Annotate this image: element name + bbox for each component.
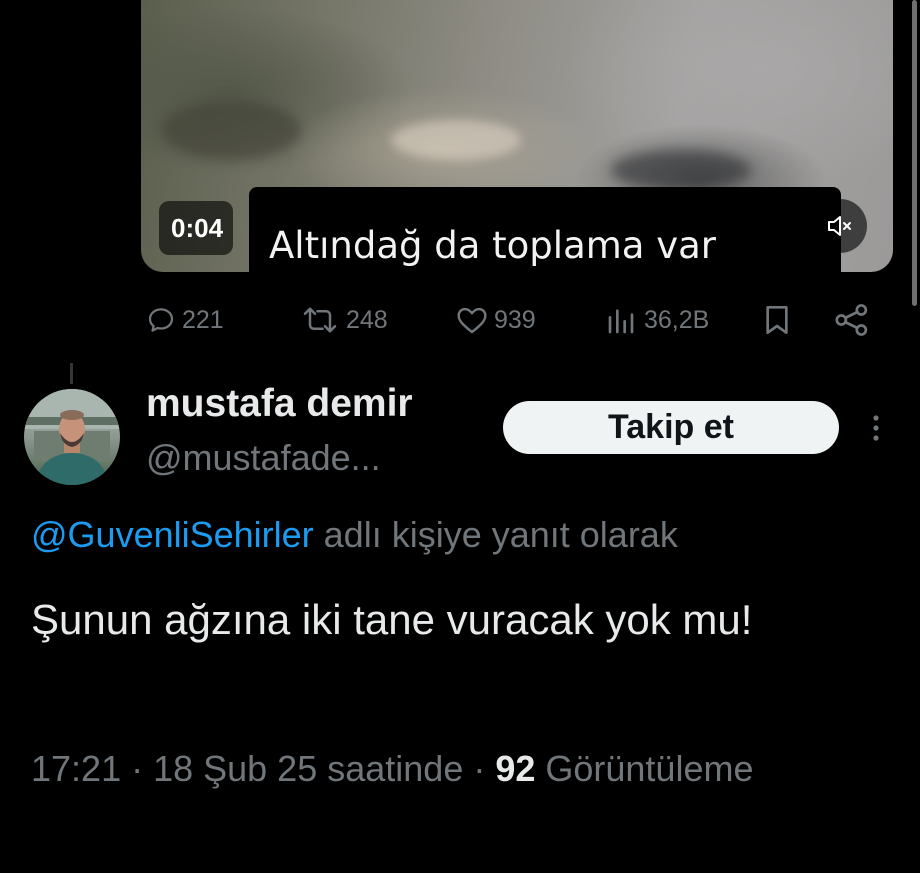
bookmark-icon xyxy=(766,306,788,334)
follow-button[interactable]: Takip et xyxy=(503,401,839,454)
bookmark-button[interactable] xyxy=(762,300,792,340)
more-vertical-icon xyxy=(873,415,879,441)
video-subtitle: Altındağ da toplama var xyxy=(249,187,841,273)
like-count: 939 xyxy=(494,305,536,334)
thread-connector-line xyxy=(70,363,73,384)
mute-button[interactable] xyxy=(813,199,867,253)
share-button[interactable] xyxy=(834,300,870,340)
like-icon xyxy=(457,307,487,334)
reply-button[interactable]: 221 xyxy=(146,300,224,340)
video-frame-detail xyxy=(611,150,751,190)
reply-context-text: adlı kişiye yanıt olarak xyxy=(313,514,678,555)
user-display-name[interactable]: mustafa demir xyxy=(146,382,413,426)
mention-link[interactable]: @GuvenliSehirler xyxy=(31,514,314,555)
video-frame-detail xyxy=(161,100,301,160)
repost-icon xyxy=(303,307,337,333)
scrollbar[interactable] xyxy=(912,0,917,306)
video-timestamp: 0:04 xyxy=(159,201,234,255)
more-options-button[interactable] xyxy=(862,410,890,446)
views-icon xyxy=(608,309,634,334)
share-icon xyxy=(835,304,868,336)
view-label: Görüntüleme xyxy=(535,748,754,789)
reply-context: @GuvenliSehirler adlı kişiye yanıt olara… xyxy=(31,514,678,556)
reply-icon xyxy=(148,308,174,332)
video-frame-detail xyxy=(391,120,521,160)
tweet-text: Şunun ağzına iki tane vuracak yok mu! xyxy=(31,596,753,643)
profile-photo xyxy=(24,389,120,485)
view-count: 92 xyxy=(495,748,536,789)
like-button[interactable]: 939 xyxy=(456,300,536,340)
tweet-action-bar: 221 248 939 36,2B xyxy=(0,300,920,340)
reply-count: 221 xyxy=(182,305,224,334)
repost-count: 248 xyxy=(346,305,388,334)
user-handle[interactable]: @mustafade... xyxy=(146,437,381,479)
tweet-timestamp[interactable]: 17:21 · 18 Şub 25 saatinde · xyxy=(31,748,495,789)
repost-button[interactable]: 248 xyxy=(300,300,388,340)
views-count: 36,2B xyxy=(644,305,710,334)
avatar[interactable] xyxy=(24,389,120,485)
speaker-muted-icon xyxy=(828,216,851,236)
views-button[interactable]: 36,2B xyxy=(606,300,709,340)
tweet-meta: 17:21 · 18 Şub 25 saatinde · 92 Görüntül… xyxy=(31,740,891,798)
